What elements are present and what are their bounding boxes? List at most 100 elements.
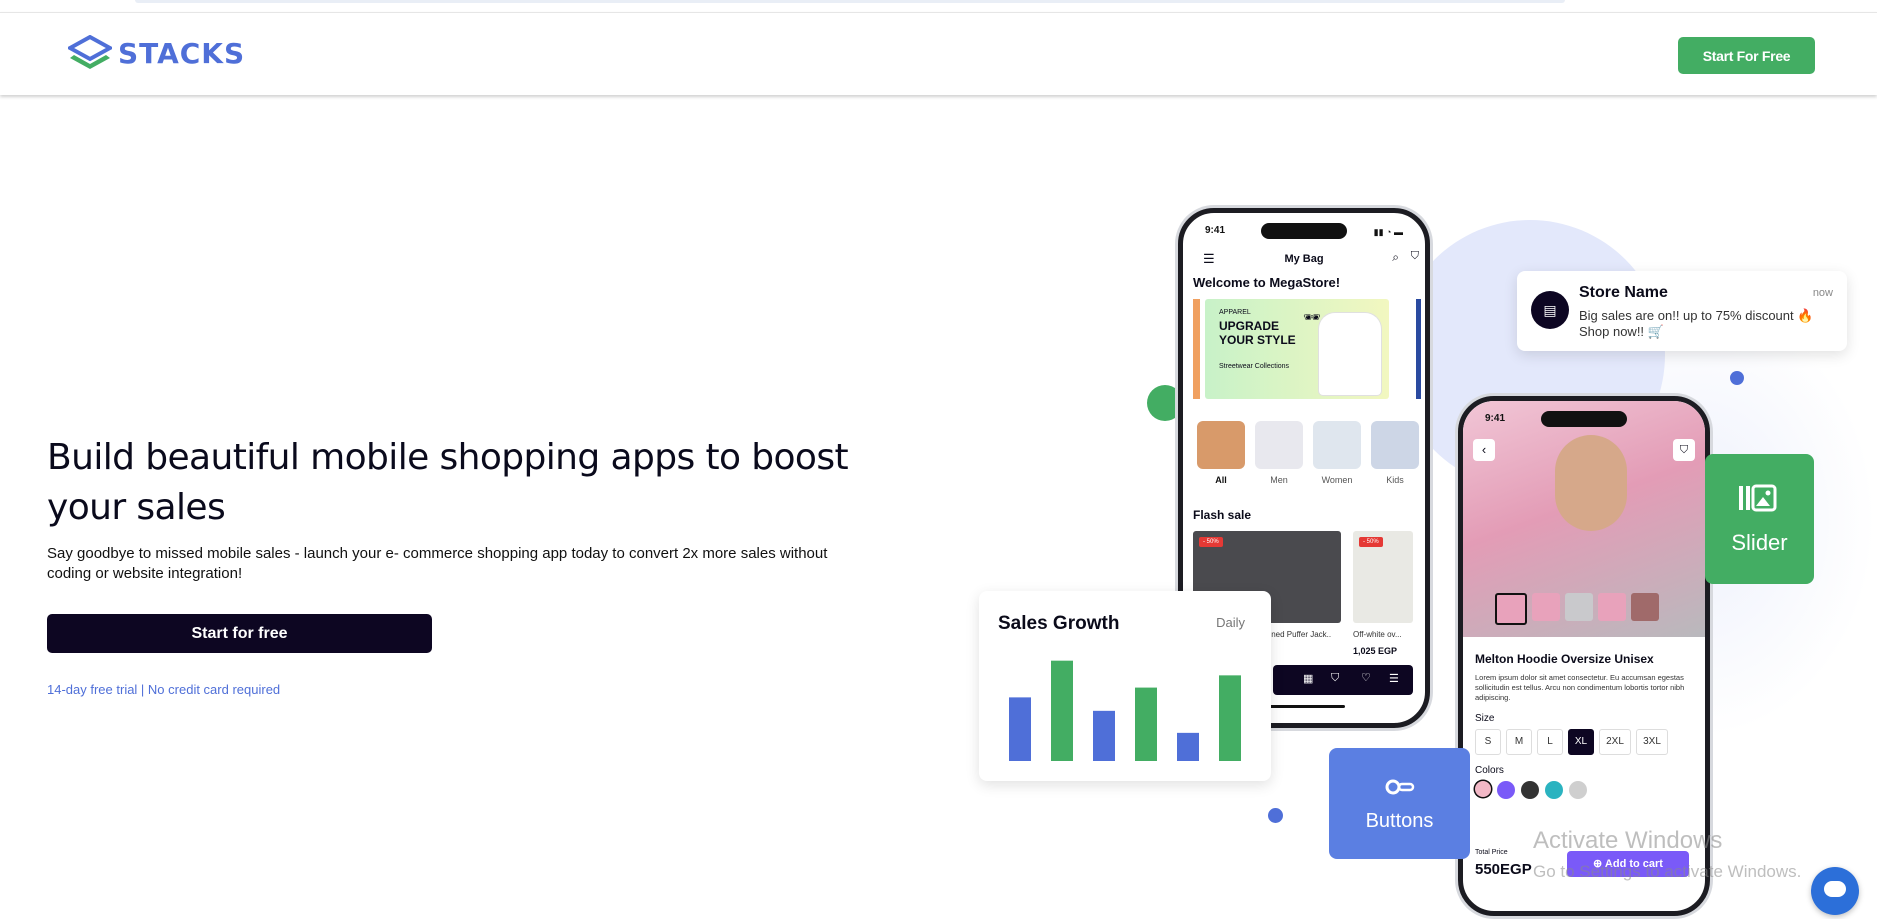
stacks-logo[interactable]: STACKS bbox=[68, 35, 245, 71]
model-face bbox=[1555, 435, 1627, 531]
category-kids-label: Kids bbox=[1386, 475, 1404, 485]
category-women-image bbox=[1313, 421, 1361, 469]
category-all-label: All bbox=[1215, 475, 1227, 485]
product-name: Lined Puffer Jack.. bbox=[1265, 630, 1332, 639]
push-notification[interactable]: ▤ Store Name now Big sales are on!! up t… bbox=[1517, 271, 1847, 351]
slider-feature-card: Slider bbox=[1705, 454, 1814, 584]
sales-growth-title: Sales Growth bbox=[998, 613, 1120, 634]
size-option[interactable]: 2XL bbox=[1599, 729, 1631, 755]
notification-message: Big sales are on!! up to 75% discount 🔥 … bbox=[1579, 308, 1814, 339]
phone-notch bbox=[1541, 411, 1627, 427]
sales-bar bbox=[1135, 687, 1157, 761]
category-men-image bbox=[1255, 421, 1303, 469]
home-indicator bbox=[1265, 705, 1345, 708]
color-swatch[interactable] bbox=[1497, 781, 1515, 799]
site-header: STACKS Start For Free bbox=[0, 12, 1877, 95]
blue-dot-right bbox=[1730, 371, 1744, 385]
bottom-nav: ▦ ⛉ ♡ ☰ bbox=[1273, 665, 1413, 695]
sales-bar bbox=[1219, 675, 1241, 761]
sales-bar bbox=[1051, 660, 1073, 761]
color-swatch[interactable] bbox=[1521, 781, 1539, 799]
period-selector[interactable]: Daily bbox=[1216, 615, 1245, 630]
banner-caption: Streetwear Collections bbox=[1219, 363, 1290, 370]
product-description: Lorem ipsum dolor sit amet consectetur. … bbox=[1475, 673, 1685, 702]
top-strip-bar bbox=[135, 0, 1565, 3]
start-for-free-hero-button[interactable]: Start for free bbox=[47, 614, 432, 653]
promo-banner[interactable]: APPAREL UPGRADE YOUR STYLE Streetwear Co… bbox=[1205, 299, 1389, 399]
blue-dot-bottom bbox=[1268, 808, 1283, 823]
buttons-feature-card: Buttons bbox=[1329, 748, 1470, 859]
chat-button[interactable] bbox=[1811, 867, 1859, 915]
product-card[interactable]: - 50% bbox=[1353, 531, 1413, 623]
product-price: 1,025 EGP bbox=[1353, 646, 1398, 656]
size-option-selected[interactable]: XL bbox=[1568, 729, 1594, 755]
color-options bbox=[1475, 781, 1587, 799]
size-option[interactable]: L bbox=[1537, 729, 1563, 755]
status-time: 9:41 bbox=[1205, 225, 1226, 236]
category-kids-image bbox=[1371, 421, 1419, 469]
chat-icon bbox=[1824, 881, 1846, 897]
hero-subtitle: Say goodbye to missed mobile sales - lau… bbox=[47, 545, 828, 582]
sales-growth-chart bbox=[1009, 660, 1241, 761]
size-label: Size bbox=[1475, 713, 1495, 724]
toggle-icon bbox=[1385, 776, 1415, 802]
brand-name: STACKS bbox=[118, 36, 246, 70]
banner-headline: UPGRADE YOUR STYLE bbox=[1219, 319, 1296, 347]
activate-windows-watermark: Activate Windows bbox=[1533, 827, 1723, 854]
category-women-label: Women bbox=[1321, 475, 1353, 485]
thumbnail[interactable] bbox=[1532, 593, 1560, 621]
color-swatch[interactable] bbox=[1475, 781, 1491, 797]
category-women[interactable]: Women bbox=[1313, 421, 1361, 485]
color-swatch[interactable] bbox=[1545, 781, 1563, 799]
size-option[interactable]: 3XL bbox=[1636, 729, 1668, 755]
thumbnail[interactable] bbox=[1495, 593, 1527, 625]
flash-sale-title: Flash sale bbox=[1193, 508, 1252, 522]
cart-icon[interactable]: ⛉ bbox=[1331, 672, 1339, 685]
discount-badge: - 50% bbox=[1199, 537, 1223, 547]
color-swatch[interactable] bbox=[1569, 781, 1587, 799]
category-all-image bbox=[1197, 421, 1245, 469]
total-price: 550EGP bbox=[1475, 861, 1532, 878]
search-icon[interactable]: ⌕ bbox=[1392, 250, 1399, 265]
notification-title: Store Name bbox=[1579, 284, 1668, 301]
sales-bar bbox=[1177, 732, 1199, 761]
discount-badge: - 50% bbox=[1359, 537, 1383, 547]
sales-bar bbox=[1009, 697, 1031, 761]
category-kids[interactable]: Kids bbox=[1371, 421, 1419, 485]
activate-windows-subtext: Go to Settings to activate Windows. bbox=[1533, 862, 1802, 881]
thumbnail[interactable] bbox=[1565, 593, 1593, 621]
back-icon[interactable]: ‹ bbox=[1473, 439, 1495, 461]
my-bag-title: My Bag bbox=[1284, 253, 1324, 265]
phone-notch bbox=[1261, 223, 1347, 239]
slider-icon bbox=[1737, 484, 1777, 512]
hoodie-image bbox=[1319, 313, 1381, 395]
thumbnail[interactable] bbox=[1598, 593, 1626, 621]
category-men[interactable]: Men bbox=[1255, 421, 1303, 485]
banner-left-peek bbox=[1193, 299, 1200, 399]
size-option[interactable]: M bbox=[1506, 729, 1532, 755]
product-name: Off-white ov... bbox=[1353, 630, 1402, 639]
category-men-label: Men bbox=[1270, 475, 1288, 485]
start-for-free-header-button[interactable]: Start For Free bbox=[1678, 37, 1815, 74]
basket-icon[interactable]: ⛉ bbox=[1673, 439, 1695, 461]
category-all[interactable]: All bbox=[1197, 421, 1245, 485]
heart-icon[interactable]: ♡ bbox=[1361, 671, 1371, 684]
thumbnail[interactable] bbox=[1631, 593, 1659, 621]
top-strip bbox=[0, 0, 1877, 12]
size-option[interactable]: S bbox=[1475, 729, 1501, 755]
more-icon[interactable]: ☰ bbox=[1389, 672, 1399, 685]
basket-icon[interactable]: ⛉ bbox=[1411, 250, 1419, 263]
buttons-label: Buttons bbox=[1365, 810, 1434, 832]
stacks-logo-icon bbox=[68, 35, 112, 69]
sales-bar bbox=[1093, 710, 1115, 761]
grid-icon[interactable]: ▦ bbox=[1303, 672, 1313, 685]
product-title: Melton Hoodie Oversize Unisex bbox=[1475, 652, 1654, 666]
sales-growth-card: Sales Growth Daily bbox=[979, 591, 1271, 781]
total-label: Total Price bbox=[1475, 849, 1508, 856]
status-icons: ▮▮ ◔ ▬ bbox=[1373, 227, 1403, 237]
banner-right-peek bbox=[1416, 299, 1421, 399]
welcome-text: Welcome to MegaStore! bbox=[1193, 275, 1341, 290]
slider-label: Slider bbox=[1731, 530, 1788, 555]
sunglasses-image: 🕶 bbox=[1303, 309, 1321, 325]
colors-label: Colors bbox=[1475, 765, 1504, 776]
